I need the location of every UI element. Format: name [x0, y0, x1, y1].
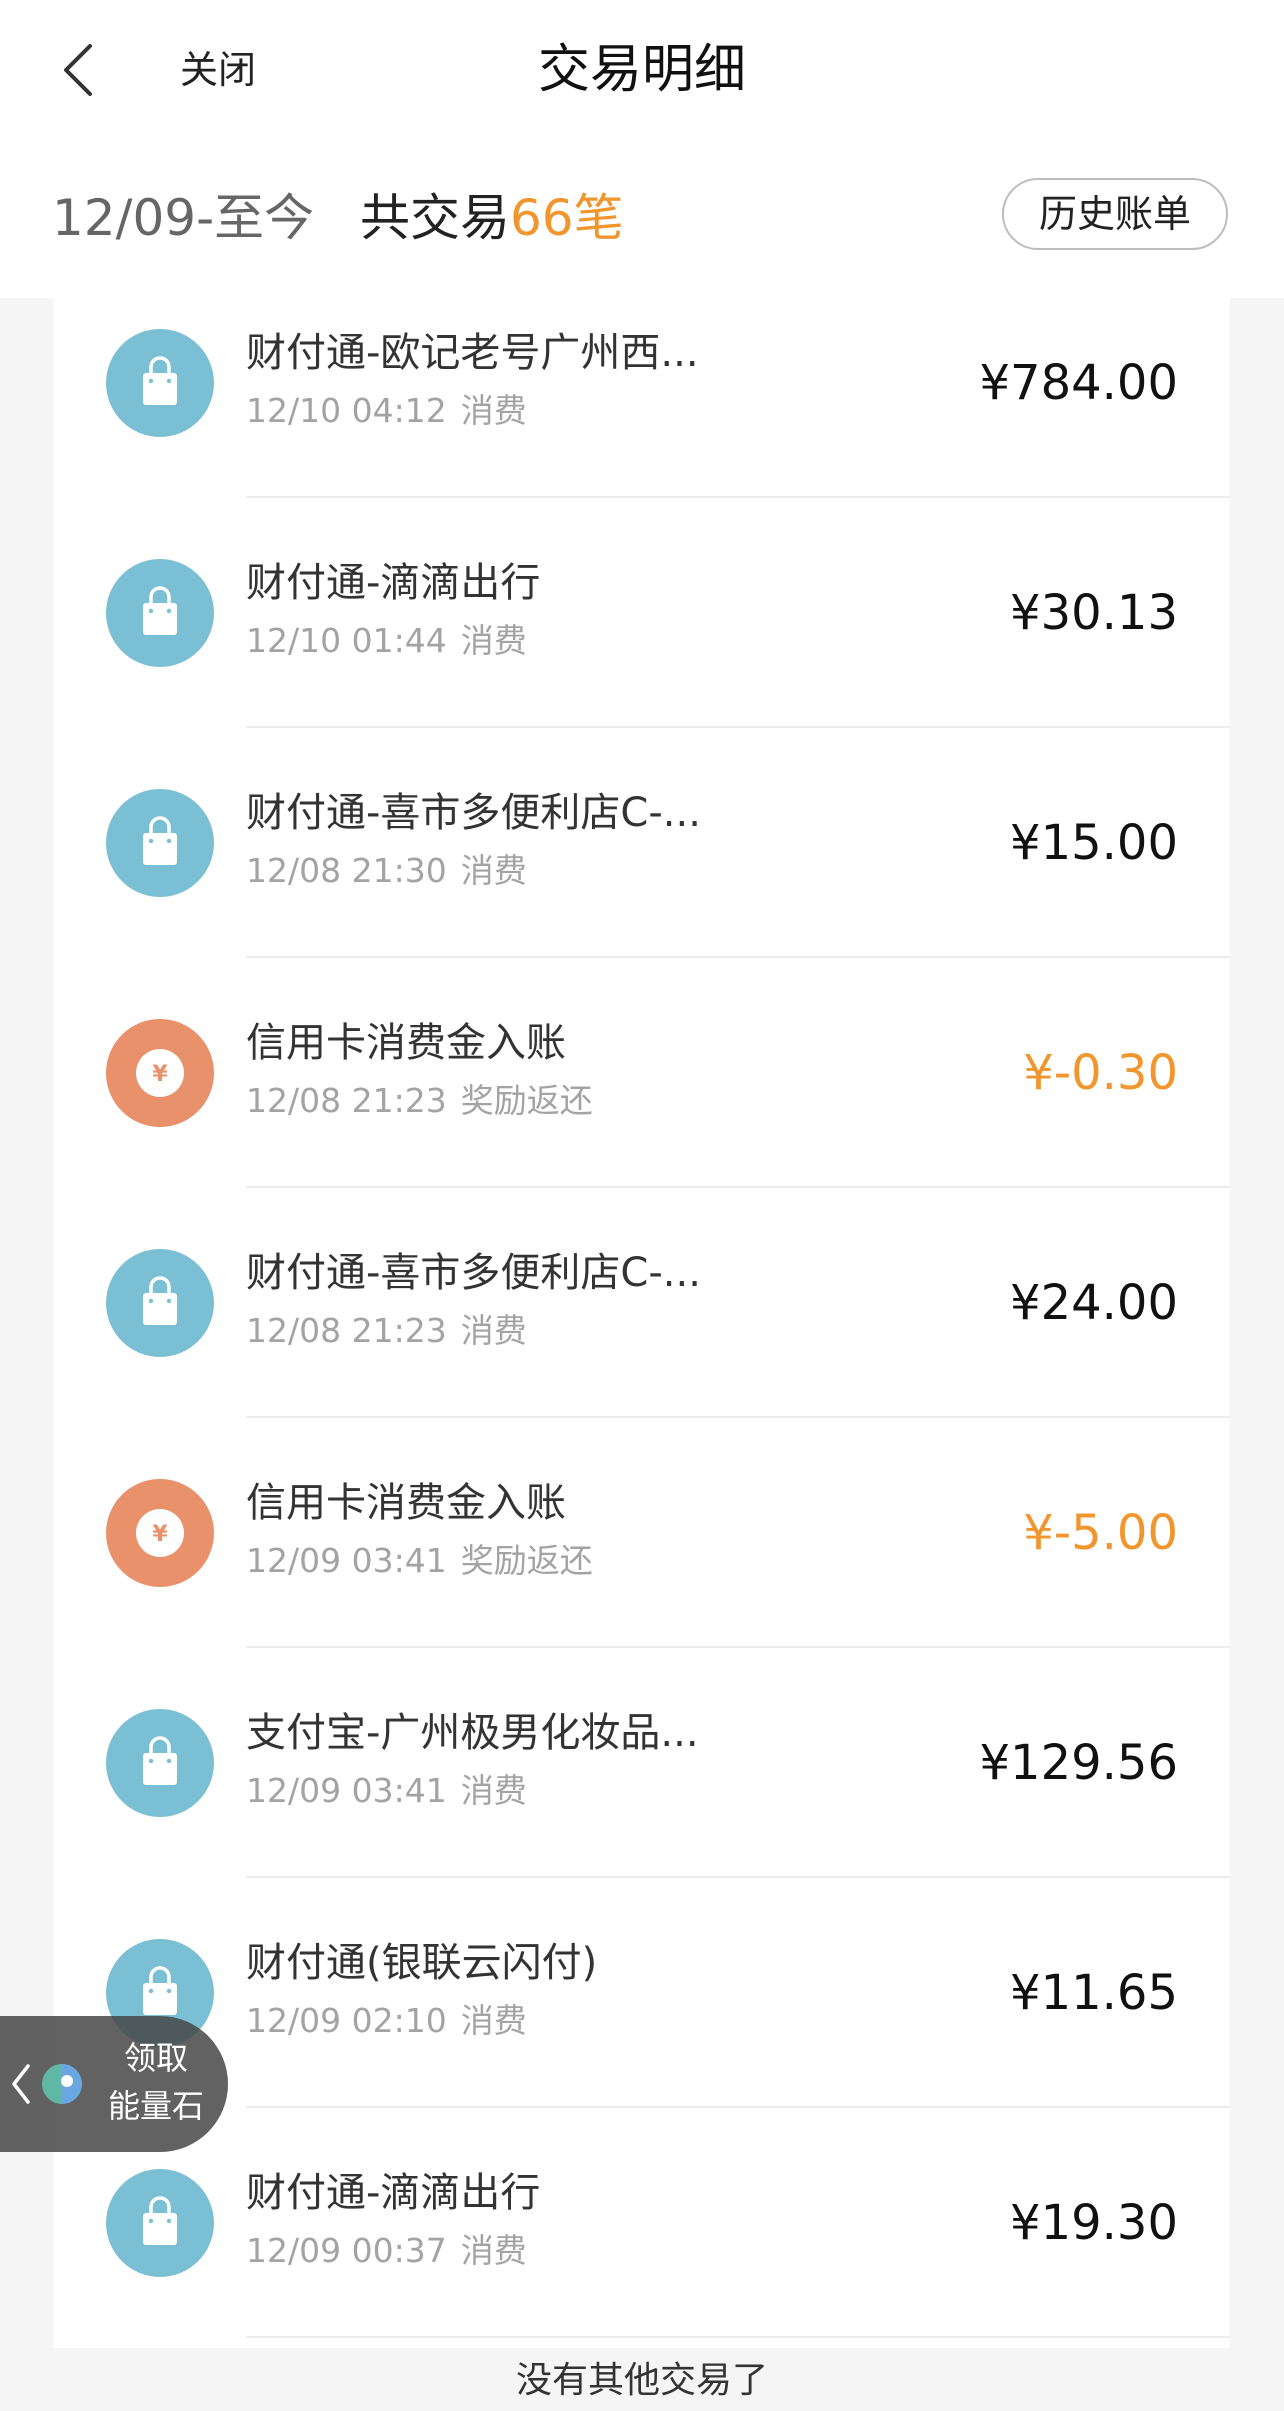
- chevron-left-icon: [12, 2064, 30, 2104]
- transaction-meta: 12/10 04:12 消费: [246, 387, 527, 435]
- transaction-title: 财付通-喜市多便利店C-...: [246, 790, 701, 836]
- no-more-transactions-label: 没有其他交易了: [515, 2360, 768, 2401]
- transaction-time: 12/09 02:10: [246, 2001, 447, 2040]
- shopping-bag-icon: [106, 1709, 214, 1817]
- transaction-row[interactable]: ¥ 信用卡消费金入账 12/09 03:41 奖励返还 ¥-5.00: [54, 1418, 1230, 1648]
- transaction-time: 12/08 21:23: [246, 1081, 447, 1120]
- transaction-title: 信用卡消费金入账: [246, 1020, 566, 1066]
- transaction-meta: 12/10 01:44 消费: [246, 617, 527, 665]
- count-prefix: 共交易: [360, 189, 510, 247]
- transaction-type: 消费: [460, 1771, 527, 1810]
- transaction-type: 消费: [460, 621, 527, 660]
- transaction-type: 奖励返还: [460, 1541, 593, 1580]
- navigation-bar: 关闭 交易明细: [0, 0, 1284, 140]
- transaction-amount: ¥11.65: [1010, 1965, 1178, 2021]
- transaction-type: 消费: [460, 391, 527, 430]
- transaction-row[interactable]: 财付通(银联云闪付) 12/09 02:10 消费 ¥11.65: [54, 1878, 1230, 2108]
- shopping-bag-icon: [106, 559, 214, 667]
- transaction-time: 12/09 00:37: [246, 2231, 447, 2270]
- svg-text:¥: ¥: [152, 1062, 168, 1087]
- transaction-time: 12/08 21:30: [246, 851, 447, 890]
- transaction-amount: ¥-5.00: [1023, 1505, 1178, 1561]
- transaction-row[interactable]: ¥ 信用卡消费金入账 12/08 21:23 奖励返还 ¥-0.30: [54, 958, 1230, 1188]
- transaction-type: 奖励返还: [460, 1081, 593, 1120]
- transaction-amount: ¥-0.30: [1023, 1045, 1178, 1101]
- transaction-count: 共交易66笔: [360, 178, 624, 258]
- transaction-title: 支付宝-广州极男化妆品...: [246, 1710, 699, 1756]
- transaction-row[interactable]: 财付通-滴滴出行 12/10 01:44 消费 ¥30.13: [54, 498, 1230, 728]
- transaction-type: 消费: [460, 2001, 527, 2040]
- transaction-meta: 12/09 03:41 奖励返还: [246, 1537, 593, 1585]
- shopping-bag-icon: [106, 789, 214, 897]
- transaction-amount: ¥784.00: [979, 355, 1179, 411]
- transaction-title: 财付通-欧记老号广州西...: [246, 330, 699, 376]
- transaction-list: 财付通-欧记老号广州西... 12/10 04:12 消费 ¥784.00 财付通-滴滴…: [54, 298, 1230, 2348]
- shopping-bag-icon: [106, 2169, 214, 2277]
- energy-stone-widget[interactable]: 领取 能量石: [0, 2016, 228, 2152]
- transaction-type: 消费: [460, 2231, 527, 2270]
- transaction-time: 12/10 01:44: [246, 621, 447, 660]
- transaction-time: 12/09 03:41: [246, 1771, 447, 1810]
- count-value: 66笔: [510, 189, 624, 247]
- transaction-meta: 12/09 02:10 消费: [246, 1997, 527, 2045]
- page-title: 交易明细: [537, 40, 746, 100]
- transaction-row[interactable]: 财付通-欧记老号广州西... 12/10 04:12 消费 ¥784.00: [54, 268, 1230, 498]
- transaction-meta: 12/08 21:23 奖励返还: [246, 1077, 593, 1125]
- energy-stone-icon: [42, 2064, 82, 2104]
- transaction-amount: ¥15.00: [1010, 815, 1178, 871]
- transaction-title: 财付通-滴滴出行: [246, 560, 541, 606]
- transaction-time: 12/08 21:23: [246, 1311, 447, 1350]
- history-bill-button[interactable]: 历史账单: [1002, 178, 1228, 250]
- period-label: 12/09-至今: [52, 189, 315, 247]
- shopping-bag-icon: [106, 329, 214, 437]
- transaction-title: 信用卡消费金入账: [246, 1480, 566, 1526]
- transaction-meta: 12/09 00:37 消费: [246, 2227, 527, 2275]
- transaction-type: 消费: [460, 851, 527, 890]
- transaction-title: 财付通-喜市多便利店C-...: [246, 1250, 701, 1296]
- shopping-bag-icon: [106, 1249, 214, 1357]
- transaction-type: 消费: [460, 1311, 527, 1350]
- transaction-meta: 12/09 03:41 消费: [246, 1767, 527, 1815]
- transaction-amount: ¥19.30: [1010, 2195, 1178, 2251]
- transaction-meta: 12/08 21:23 消费: [246, 1307, 527, 1355]
- transaction-meta: 12/08 21:30 消费: [246, 847, 527, 895]
- transaction-title: 财付通(银联云闪付): [246, 1940, 598, 1986]
- transaction-amount: ¥24.00: [1010, 1275, 1178, 1331]
- row-divider: [246, 2336, 1230, 2338]
- transaction-amount: ¥129.56: [979, 1735, 1179, 1791]
- transaction-title: 财付通-滴滴出行: [246, 2170, 541, 2216]
- transaction-row[interactable]: 财付通-喜市多便利店C-... 12/08 21:30 消费 ¥15.00: [54, 728, 1230, 958]
- transaction-row[interactable]: 财付通-滴滴出行 12/09 00:37 消费 ¥19.30: [54, 2108, 1230, 2338]
- transaction-row[interactable]: 财付通-喜市多便利店C-... 12/08 21:23 消费 ¥24.00: [54, 1188, 1230, 1418]
- transaction-row[interactable]: 支付宝-广州极男化妆品... 12/09 03:41 消费 ¥129.56: [54, 1648, 1230, 1878]
- transaction-amount: ¥30.13: [1010, 585, 1178, 641]
- transaction-time: 12/09 03:41: [246, 1541, 447, 1580]
- energy-stone-label: 领取 能量石: [107, 2039, 204, 2125]
- yen-coin-icon: ¥: [106, 1019, 214, 1127]
- transaction-time: 12/10 04:12: [246, 391, 447, 430]
- svg-text:¥: ¥: [152, 1522, 168, 1547]
- yen-coin-icon: ¥: [106, 1479, 214, 1587]
